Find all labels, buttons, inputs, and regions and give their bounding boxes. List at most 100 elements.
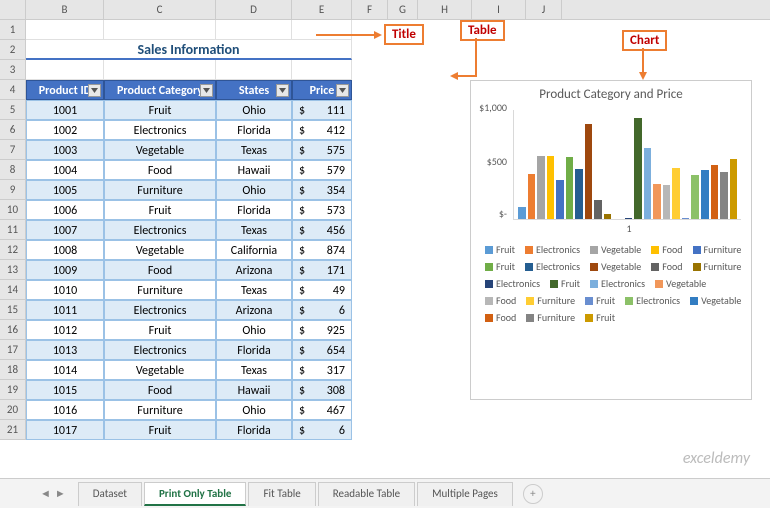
table-cell[interactable]: Texas xyxy=(216,140,292,160)
row-header-3[interactable]: 3 xyxy=(0,60,26,80)
table-cell[interactable]: Furniture xyxy=(104,180,216,200)
table-cell[interactable]: Ohio xyxy=(216,100,292,120)
col-header-I[interactable]: I xyxy=(472,0,526,19)
table-cell[interactable]: Texas xyxy=(216,220,292,240)
table-header-3[interactable]: Price xyxy=(292,80,352,100)
price-cell[interactable]: $354 xyxy=(292,180,352,200)
table-cell[interactable]: Food xyxy=(104,380,216,400)
price-cell[interactable]: $308 xyxy=(292,380,352,400)
row-header-6[interactable]: 6 xyxy=(0,120,26,140)
table-cell[interactable]: Vegetable xyxy=(104,360,216,380)
row-header-13[interactable]: 13 xyxy=(0,260,26,280)
table-header-0[interactable]: Product ID xyxy=(26,80,104,100)
table-cell[interactable]: Texas xyxy=(216,360,292,380)
row-header-1[interactable]: 1 xyxy=(0,20,26,40)
table-cell[interactable]: Fruit xyxy=(104,100,216,120)
tab-nav-buttons[interactable]: ◄ ► xyxy=(40,487,66,500)
nav-prev-icon[interactable]: ◄ xyxy=(40,487,51,500)
table-cell[interactable]: Florida xyxy=(216,200,292,220)
table-cell[interactable]: Electronics xyxy=(104,120,216,140)
sheet-tab[interactable]: Print Only Table xyxy=(144,482,247,506)
table-cell[interactable]: Texas xyxy=(216,280,292,300)
price-cell[interactable]: $412 xyxy=(292,120,352,140)
table-cell[interactable]: Ohio xyxy=(216,180,292,200)
price-cell[interactable]: $467 xyxy=(292,400,352,420)
empty-cell[interactable] xyxy=(216,20,292,40)
row-header-7[interactable]: 7 xyxy=(0,140,26,160)
row-header-17[interactable]: 17 xyxy=(0,340,26,360)
col-header-G[interactable]: G xyxy=(388,0,418,19)
select-all-corner[interactable] xyxy=(0,0,26,19)
price-cell[interactable]: $575 xyxy=(292,140,352,160)
table-cell[interactable]: 1005 xyxy=(26,180,104,200)
table-cell[interactable]: Electronics xyxy=(104,300,216,320)
table-cell[interactable]: 1002 xyxy=(26,120,104,140)
chart-object[interactable]: Product Category and Price $1,000 $500 $… xyxy=(470,80,752,400)
table-cell[interactable]: Food xyxy=(104,160,216,180)
table-cell[interactable]: 1009 xyxy=(26,260,104,280)
table-cell[interactable]: 1006 xyxy=(26,200,104,220)
table-cell[interactable]: Furniture xyxy=(104,400,216,420)
row-header-8[interactable]: 8 xyxy=(0,160,26,180)
table-cell[interactable]: Electronics xyxy=(104,340,216,360)
table-cell[interactable]: 1004 xyxy=(26,160,104,180)
table-cell[interactable]: Florida xyxy=(216,120,292,140)
table-cell[interactable]: California xyxy=(216,240,292,260)
title-cell[interactable]: Sales Information xyxy=(26,40,352,60)
table-cell[interactable]: Fruit xyxy=(104,320,216,340)
table-cell[interactable]: Fruit xyxy=(104,200,216,220)
col-header-F[interactable]: F xyxy=(352,0,388,19)
table-cell[interactable]: 1013 xyxy=(26,340,104,360)
price-cell[interactable]: $654 xyxy=(292,340,352,360)
row-header-10[interactable]: 10 xyxy=(0,200,26,220)
price-cell[interactable]: $6 xyxy=(292,420,352,440)
row-header-11[interactable]: 11 xyxy=(0,220,26,240)
row-header-15[interactable]: 15 xyxy=(0,300,26,320)
table-cell[interactable]: Florida xyxy=(216,420,292,440)
table-cell[interactable]: 1014 xyxy=(26,360,104,380)
table-cell[interactable]: 1011 xyxy=(26,300,104,320)
table-cell[interactable]: 1015 xyxy=(26,380,104,400)
empty-cell[interactable] xyxy=(26,20,104,40)
row-header-5[interactable]: 5 xyxy=(0,100,26,120)
sheet-tab[interactable]: Readable Table xyxy=(318,482,415,506)
col-header-B[interactable]: B xyxy=(26,0,104,19)
table-cell[interactable]: Ohio xyxy=(216,320,292,340)
table-cell[interactable]: Florida xyxy=(216,340,292,360)
table-cell[interactable]: 1003 xyxy=(26,140,104,160)
price-cell[interactable]: $579 xyxy=(292,160,352,180)
table-cell[interactable]: Food xyxy=(104,260,216,280)
row-header-14[interactable]: 14 xyxy=(0,280,26,300)
price-cell[interactable]: $874 xyxy=(292,240,352,260)
table-cell[interactable]: 1007 xyxy=(26,220,104,240)
empty-cell[interactable] xyxy=(216,60,292,80)
table-cell[interactable]: Vegetable xyxy=(104,240,216,260)
sheet-tab[interactable]: Dataset xyxy=(78,482,142,506)
table-cell[interactable]: 1008 xyxy=(26,240,104,260)
empty-cell[interactable] xyxy=(104,60,216,80)
col-header-H[interactable]: H xyxy=(418,0,472,19)
table-cell[interactable]: 1010 xyxy=(26,280,104,300)
col-header-E[interactable]: E xyxy=(292,0,352,19)
table-cell[interactable]: Vegetable xyxy=(104,140,216,160)
price-cell[interactable]: $317 xyxy=(292,360,352,380)
add-sheet-button[interactable]: + xyxy=(523,484,543,504)
table-cell[interactable]: 1017 xyxy=(26,420,104,440)
row-header-18[interactable]: 18 xyxy=(0,360,26,380)
price-cell[interactable]: $49 xyxy=(292,280,352,300)
row-header-9[interactable]: 9 xyxy=(0,180,26,200)
row-header-20[interactable]: 20 xyxy=(0,400,26,420)
empty-cell[interactable] xyxy=(104,20,216,40)
col-header-J[interactable]: J xyxy=(526,0,562,19)
table-cell[interactable]: Arizona xyxy=(216,260,292,280)
filter-dropdown-icon[interactable] xyxy=(88,84,101,97)
row-header-4[interactable]: 4 xyxy=(0,80,26,100)
table-cell[interactable]: Hawaii xyxy=(216,160,292,180)
row-header-19[interactable]: 19 xyxy=(0,380,26,400)
row-header-12[interactable]: 12 xyxy=(0,240,26,260)
nav-next-icon[interactable]: ► xyxy=(55,487,66,500)
price-cell[interactable]: $111 xyxy=(292,100,352,120)
table-cell[interactable]: 1001 xyxy=(26,100,104,120)
row-header-16[interactable]: 16 xyxy=(0,320,26,340)
table-cell[interactable]: Hawaii xyxy=(216,380,292,400)
